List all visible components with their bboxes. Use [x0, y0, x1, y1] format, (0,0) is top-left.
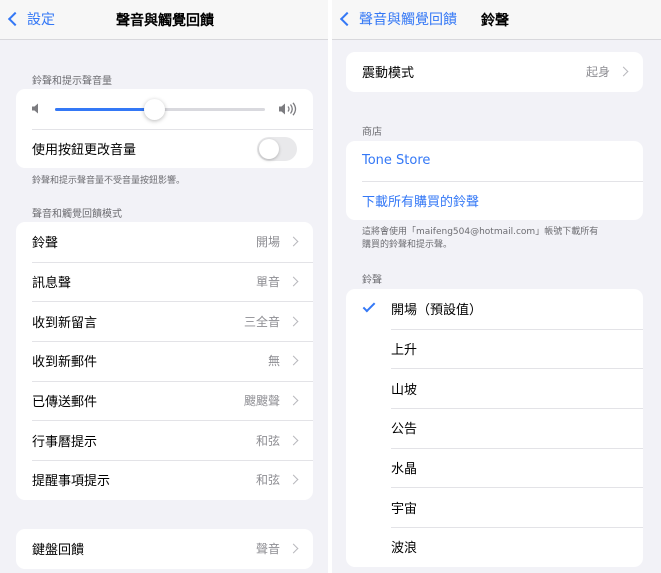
ringtone-row[interactable]: 上升: [346, 328, 643, 369]
sound-pattern-row[interactable]: 行事曆提示 和弦: [16, 420, 313, 460]
sound-pattern-row[interactable]: 收到新郵件 無: [16, 341, 313, 381]
vibration-value: 起身: [585, 65, 610, 80]
back-to-settings-button[interactable]: 設定: [6, 9, 55, 29]
page-title: 聲音與觸覺回饋: [116, 13, 214, 29]
ringtone-row[interactable]: 開場（預設值）: [346, 289, 643, 329]
row-label: 收到新留言: [32, 315, 98, 331]
store-link-label: Tone Store: [362, 153, 431, 169]
store-link-row[interactable]: Tone Store: [346, 141, 643, 181]
chevron-right-icon: [288, 395, 299, 406]
ringtone-label: 上升: [391, 343, 418, 359]
change-with-buttons-toggle[interactable]: [257, 136, 297, 161]
ringtone-label: 山坡: [391, 382, 418, 398]
store-link-label: 下載所有購買的鈴聲: [362, 195, 480, 211]
chevron-left-icon: [339, 11, 355, 27]
speaker-high-icon: [279, 102, 297, 116]
volume-slider[interactable]: [55, 99, 265, 120]
row-label: 鈴聲: [32, 236, 59, 252]
store-footer-line-1: 這將會使用「maifeng504@hotmail.com」帳號下載所有: [362, 227, 599, 237]
sound-pattern-row[interactable]: 收到新留言 三全音: [16, 301, 313, 341]
sound-pattern-row[interactable]: 訊息聲 單音: [16, 261, 313, 302]
row-label: 已傳送郵件: [32, 395, 98, 411]
row-value: 和弦: [255, 473, 280, 488]
sound-pattern-row[interactable]: 鈴聲 開場: [16, 222, 313, 262]
ringtone-label: 公告: [391, 422, 418, 438]
ringtone-label: 開場（預設值）: [391, 303, 483, 319]
back-to-sound-haptics-button[interactable]: 聲音與觸覺回饋: [338, 9, 457, 29]
row-label: 收到新郵件: [32, 355, 98, 371]
chevron-right-icon: [288, 276, 299, 287]
row-value: 聲音: [255, 542, 280, 557]
keyboard-feedback-row[interactable]: 鍵盤回饋 聲音: [16, 529, 313, 569]
volume-section-header: 鈴聲和提示聲音量: [32, 76, 112, 87]
volume-group: 使用按鈕更改音量: [16, 89, 313, 169]
speaker-low-icon: [32, 103, 38, 114]
back-label: 設定: [27, 12, 55, 28]
row-value: 颼颼聲: [243, 394, 280, 409]
chevron-right-icon: [288, 543, 299, 554]
ringtones-section-header: 鈴聲: [362, 275, 382, 286]
change-with-buttons-row: 使用按鈕更改音量: [16, 128, 313, 169]
sound-pattern-row[interactable]: 提醒事項提示 和弦: [16, 460, 313, 500]
vibration-group: 震動模式 起身: [346, 52, 643, 92]
ringtone-label: 宇宙: [391, 501, 418, 517]
store-group: Tone Store 下載所有購買的鈴聲: [346, 141, 643, 221]
checkmark-icon: [362, 299, 376, 313]
keyboard-group: 鍵盤回饋 聲音: [16, 529, 313, 569]
chevron-right-icon: [288, 355, 299, 366]
volume-slider-thumb[interactable]: [143, 99, 165, 120]
row-value: 單音: [255, 275, 280, 290]
row-label: 提醒事項提示: [32, 474, 111, 490]
chevron-left-icon: [7, 11, 23, 27]
volume-footer: 鈴聲和提示聲音量不受音量按鈕影響。: [32, 176, 186, 186]
chevron-right-icon: [288, 475, 299, 485]
patterns-section-header: 聲音和觸覺回饋模式: [32, 209, 122, 220]
left-nav-bar: 設定 聲音與觸覺回饋: [0, 0, 328, 40]
row-label: 行事曆提示: [32, 434, 98, 450]
row-value: 無: [267, 354, 280, 369]
volume-slider-fill: [55, 108, 154, 111]
ringtone-row[interactable]: 公告: [346, 408, 643, 448]
ringtone-row[interactable]: 波浪: [346, 527, 643, 567]
chevron-right-icon: [288, 316, 299, 327]
store-link-row[interactable]: 下載所有購買的鈴聲: [346, 180, 643, 221]
vibration-row[interactable]: 震動模式 起身: [346, 52, 643, 92]
back-label: 聲音與觸覺回饋: [359, 12, 457, 28]
chevron-right-icon: [618, 66, 629, 77]
sound-haptics-screen: 設定 聲音與觸覺回饋 鈴聲和提示聲音量 使用按鈕更改音量 鈴聲和提示聲音量不受音…: [0, 0, 328, 573]
ringtone-label: 水晶: [391, 462, 418, 478]
page-title: 鈴聲: [481, 13, 509, 29]
ringtones-group: 開場（預設值） 上升山坡公告水晶宇宙波浪: [346, 289, 643, 567]
ringtone-label: 波浪: [391, 541, 418, 557]
toggle-knob: [259, 138, 279, 159]
patterns-group: 鈴聲 開場 訊息聲 單音 收到新留言 三全音 收到新郵件無已傳送郵件 颼颼聲 行事曆提示 和弦 提醒…: [16, 222, 313, 500]
row-value: 三全音: [243, 314, 280, 329]
change-with-buttons-label: 使用按鈕更改音量: [32, 143, 137, 159]
chevron-right-icon: [288, 236, 299, 247]
row-label: 訊息聲: [32, 276, 72, 292]
right-nav-bar: 聲音與觸覺回饋 鈴聲: [332, 0, 661, 40]
ringtone-row[interactable]: 山坡: [346, 368, 643, 408]
ringtone-row[interactable]: 水晶: [346, 447, 643, 488]
store-section-header: 商店: [362, 127, 382, 138]
chevron-right-icon: [288, 435, 299, 446]
volume-slider-row: [16, 89, 313, 129]
row-value: 開場: [255, 235, 280, 250]
sound-pattern-row[interactable]: 已傳送郵件 颼颼聲: [16, 380, 313, 421]
vibration-label: 震動模式: [362, 66, 415, 82]
store-footer: 這將會使用「maifeng504@hotmail.com」帳號下載所有 購買的鈴…: [362, 226, 598, 252]
row-label: 鍵盤回饋: [32, 543, 85, 559]
ringtone-row[interactable]: 宇宙: [346, 487, 643, 527]
check-slot: [362, 299, 391, 316]
ringtone-screen: 聲音與觸覺回饋 鈴聲 震動模式 起身 商店 Tone Store 下載所有購買的鈴…: [332, 0, 661, 573]
store-footer-line-2: 購買的鈴聲和提示聲。: [362, 240, 453, 251]
row-value: 和弦: [255, 433, 280, 448]
